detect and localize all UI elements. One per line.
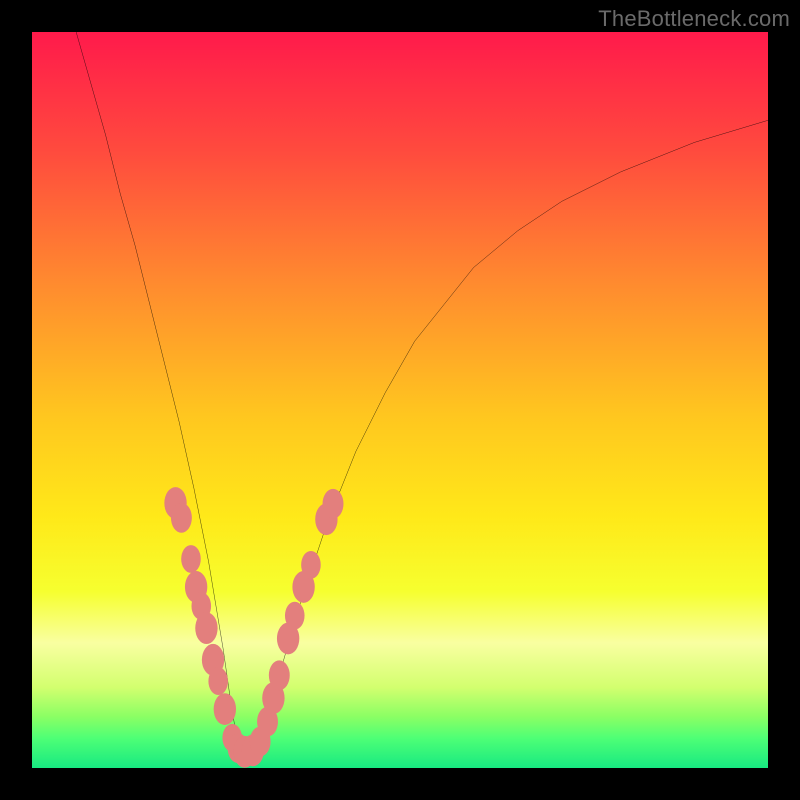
data-marker [285,602,305,630]
data-marker [208,667,228,695]
data-markers [164,487,343,768]
data-marker [195,612,217,644]
data-marker [323,489,344,519]
data-marker [171,503,192,533]
data-marker [301,551,321,579]
plot-area [32,32,768,768]
data-marker [214,693,236,725]
data-marker [181,545,201,573]
curve-layer [32,32,768,768]
chart-frame: TheBottleneck.com [0,0,800,800]
watermark-text: TheBottleneck.com [598,6,790,32]
bottleneck-curve [76,32,768,753]
data-marker [269,660,290,690]
